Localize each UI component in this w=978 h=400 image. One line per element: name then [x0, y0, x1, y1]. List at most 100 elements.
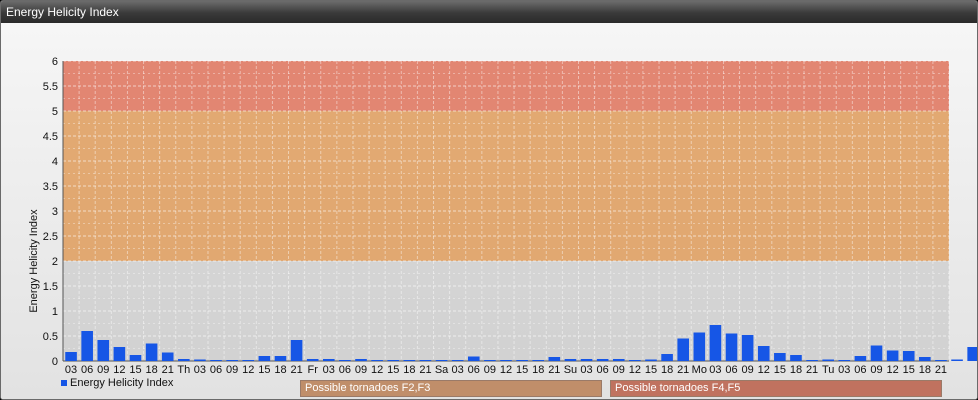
- bar-55[interactable]: [951, 359, 963, 362]
- bar-25[interactable]: [467, 356, 480, 362]
- bar-20[interactable]: [387, 360, 400, 361]
- x-tick-label: 15: [645, 364, 657, 376]
- x-tick-label: 12: [113, 364, 125, 376]
- x-tick-label: 03: [452, 364, 464, 376]
- y-tick-label: 5.5: [43, 81, 58, 93]
- bar-19[interactable]: [371, 360, 383, 361]
- bar-50[interactable]: [870, 345, 883, 362]
- bar-9[interactable]: [210, 360, 222, 361]
- bar-34[interactable]: [612, 359, 625, 361]
- bar-13[interactable]: [274, 356, 287, 361]
- bar-12[interactable]: [258, 356, 271, 361]
- x-tick-label: 15: [774, 364, 786, 376]
- x-tick-label: 18: [790, 364, 802, 376]
- y-tick-label: 4.5: [43, 131, 58, 143]
- bar-40[interactable]: [709, 325, 722, 361]
- bar-29[interactable]: [532, 360, 545, 361]
- y-tick-label: 0.5: [43, 331, 58, 343]
- bar-15[interactable]: [306, 359, 319, 361]
- bar-42[interactable]: [741, 335, 754, 361]
- bar-21[interactable]: [403, 360, 416, 361]
- legend-label: Energy Helicity Index: [70, 377, 174, 389]
- bar-49[interactable]: [854, 356, 867, 361]
- x-tick-label: 06: [468, 364, 480, 376]
- bar-53[interactable]: [919, 357, 931, 361]
- x-tick-label: Sa: [435, 364, 449, 376]
- band-tag-f4-f5: Possible tornadoes F4,F5: [610, 380, 942, 397]
- x-tick-label: 06: [597, 364, 609, 376]
- bar-41[interactable]: [725, 333, 738, 362]
- x-tick-label: 21: [677, 364, 689, 376]
- x-tick-label: 03: [323, 364, 335, 376]
- y-tick-label: 2.5: [43, 231, 58, 243]
- bar-4[interactable]: [129, 355, 142, 361]
- bar-16[interactable]: [323, 359, 335, 361]
- x-tick-label: 09: [226, 364, 238, 376]
- x-tick-label: Mo: [692, 364, 707, 376]
- bar-33[interactable]: [596, 359, 609, 361]
- x-tick-label: 09: [355, 364, 367, 376]
- bar-27[interactable]: [500, 360, 512, 361]
- x-tick-label: 15: [516, 364, 528, 376]
- bar-24[interactable]: [451, 360, 464, 361]
- bar-36[interactable]: [645, 359, 657, 362]
- bar-8[interactable]: [194, 359, 206, 362]
- bar-10[interactable]: [226, 360, 238, 361]
- y-tick-label: 4: [52, 156, 58, 168]
- bar-30[interactable]: [548, 357, 561, 361]
- bar-46[interactable]: [806, 360, 818, 361]
- bar-48[interactable]: [838, 360, 851, 361]
- x-tick-label: 03: [194, 364, 206, 376]
- x-tick-label: 03: [580, 364, 592, 376]
- bar-31[interactable]: [564, 359, 577, 361]
- x-tick-label: Fr: [307, 364, 318, 376]
- bar-17[interactable]: [339, 360, 351, 361]
- bar-3[interactable]: [113, 347, 126, 361]
- bar-52[interactable]: [902, 351, 915, 361]
- x-tick-label: Su: [564, 364, 577, 376]
- bar-2[interactable]: [97, 340, 110, 361]
- bar-37[interactable]: [661, 354, 673, 361]
- y-tick-label: 1.5: [43, 281, 58, 293]
- bar-56[interactable]: [967, 347, 977, 361]
- bar-5[interactable]: [145, 343, 158, 362]
- legend[interactable]: Energy Helicity Index: [61, 376, 173, 390]
- x-tick-label: 12: [371, 364, 383, 376]
- bar-44[interactable]: [774, 353, 786, 361]
- bar-22[interactable]: [419, 360, 432, 361]
- bar-26[interactable]: [484, 360, 496, 361]
- x-tick-label: 12: [886, 364, 898, 376]
- x-tick-label: 18: [919, 364, 931, 376]
- x-tick-label: 09: [870, 364, 882, 376]
- y-tick-label: 3: [52, 206, 58, 218]
- bar-14[interactable]: [290, 340, 303, 361]
- x-tick-label: 09: [742, 364, 754, 376]
- y-axis-title: Energy Helicity Index: [28, 209, 40, 313]
- bar-38[interactable]: [677, 338, 689, 362]
- y-tick-label: 6: [52, 56, 58, 68]
- bar-28[interactable]: [516, 360, 528, 361]
- bar-6[interactable]: [161, 352, 174, 362]
- bar-0[interactable]: [65, 352, 77, 361]
- bar-43[interactable]: [757, 346, 770, 361]
- bar-11[interactable]: [242, 360, 255, 361]
- bar-45[interactable]: [790, 355, 802, 361]
- bar-51[interactable]: [886, 350, 899, 362]
- bar-23[interactable]: [435, 360, 448, 361]
- x-tick-label: 06: [210, 364, 222, 376]
- bar-35[interactable]: [629, 360, 641, 361]
- bar-54[interactable]: [935, 360, 947, 361]
- x-tick-label: 18: [145, 364, 157, 376]
- bar-32[interactable]: [580, 359, 593, 361]
- bar-7[interactable]: [178, 359, 190, 361]
- x-tick-label: 21: [419, 364, 431, 376]
- bar-39[interactable]: [693, 332, 706, 362]
- bar-1[interactable]: [81, 331, 93, 361]
- y-tick-label: 5: [52, 106, 58, 118]
- band-tag-f2-f3: Possible tornadoes F2,F3: [300, 380, 602, 397]
- y-tick-label: 0: [52, 356, 58, 368]
- x-tick-label: 21: [806, 364, 818, 376]
- bar-47[interactable]: [822, 359, 834, 362]
- x-tick-label: 18: [403, 364, 415, 376]
- bar-18[interactable]: [355, 359, 367, 361]
